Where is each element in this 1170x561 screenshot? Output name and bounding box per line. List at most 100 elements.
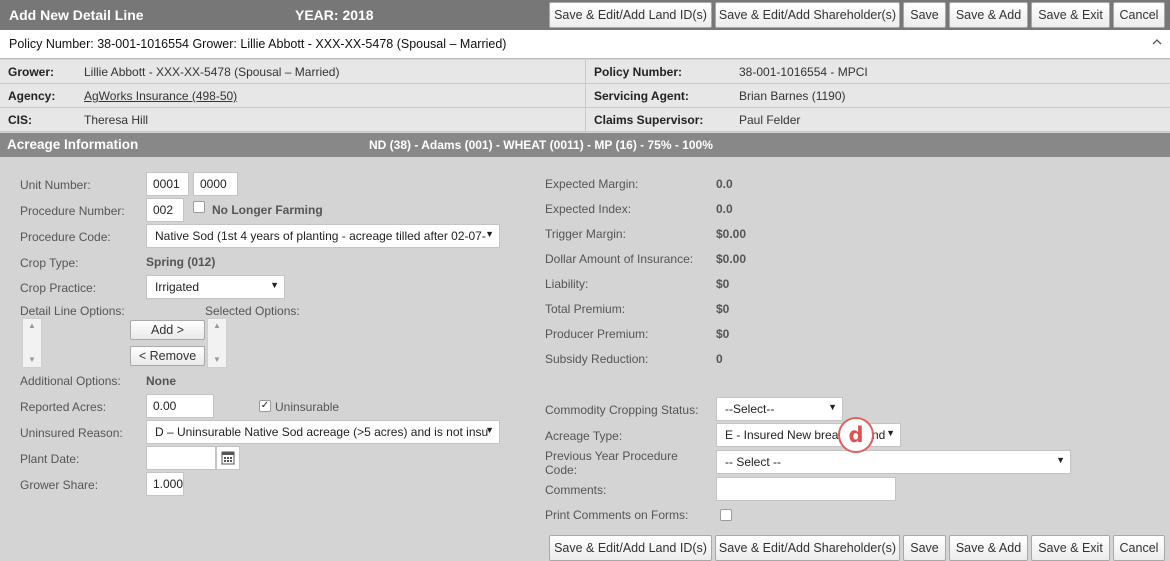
trigger-margin-label: Trigger Margin: xyxy=(545,227,626,241)
save-exit-button[interactable]: Save & Exit xyxy=(1031,2,1110,28)
detail-line-options-list[interactable]: ▲ ▼ xyxy=(22,318,42,368)
uninsurable-checkbox[interactable]: ✓ xyxy=(259,400,271,412)
prev-year-procedure-label-code: Code: xyxy=(545,463,578,477)
dollar-amount-value: $0.00 xyxy=(716,252,747,266)
save-button[interactable]: Save xyxy=(903,2,946,28)
unit-number-label: Unit Number: xyxy=(20,178,91,192)
crop-practice-select[interactable]: Irrigated ▼ xyxy=(146,275,285,299)
policy-header-text: Policy Number: 38-001-1016554 Grower: Li… xyxy=(9,37,507,51)
selected-options-label: Selected Options: xyxy=(205,304,300,318)
info-divider xyxy=(585,60,586,132)
agency-row: Agency: AgWorks Insurance (498-50) xyxy=(0,84,585,108)
total-premium-value: $0 xyxy=(716,302,730,316)
agency-label: Agency: xyxy=(8,89,56,103)
scroll-down-icon[interactable]: ▼ xyxy=(213,355,221,364)
save-add-button[interactable]: Save & Add xyxy=(949,2,1028,28)
selected-options-list[interactable]: ▲ ▼ xyxy=(207,318,227,368)
year-label: YEAR: 2018 xyxy=(295,7,374,23)
trigger-margin-value: $0.00 xyxy=(716,227,747,241)
servicing-agent-row: Servicing Agent: Brian Barnes (1190) xyxy=(586,84,1170,108)
save-edit-land-button[interactable]: Save & Edit/Add Land ID(s) xyxy=(549,2,712,28)
chevron-up-icon[interactable] xyxy=(1152,35,1162,50)
subsidy-reduction-label: Subsidy Reduction: xyxy=(545,352,649,366)
save-edit-land-button-bottom[interactable]: Save & Edit/Add Land ID(s) xyxy=(549,535,712,561)
grower-share-input[interactable]: 1.000 xyxy=(146,472,184,496)
print-comments-label: Print Comments on Forms: xyxy=(545,508,689,522)
dropdown-arrow-icon: ▼ xyxy=(485,425,494,435)
agency-link[interactable]: AgWorks Insurance (498-50) xyxy=(84,89,237,103)
additional-options-label: Additional Options: xyxy=(20,374,121,388)
prev-year-procedure-value: -- Select -- xyxy=(725,455,782,469)
procedure-code-select[interactable]: Native Sod (1st 4 years of planting - ac… xyxy=(146,224,500,248)
cis-label: CIS: xyxy=(8,113,32,127)
add-option-button[interactable]: Add > xyxy=(130,320,205,340)
remove-option-button[interactable]: < Remove xyxy=(130,346,205,366)
servicing-agent-label: Servicing Agent: xyxy=(594,89,689,103)
policy-number-row: Policy Number: 38-001-1016554 - MPCI xyxy=(586,60,1170,84)
prev-year-procedure-select[interactable]: -- Select -- ▼ xyxy=(716,450,1071,474)
policy-number-value: 38-001-1016554 - MPCI xyxy=(739,65,868,79)
plant-date-input[interactable] xyxy=(146,446,216,470)
procedure-code-value: Native Sod (1st 4 years of planting - ac… xyxy=(155,229,486,243)
cancel-button-bottom[interactable]: Cancel xyxy=(1113,535,1165,561)
commodity-status-select[interactable]: --Select-- ▼ xyxy=(716,397,843,421)
scroll-down-icon[interactable]: ▼ xyxy=(28,355,36,364)
unit-number-input[interactable]: 0001 xyxy=(146,172,189,196)
liability-value: $0 xyxy=(716,277,730,291)
dropdown-arrow-icon: ▼ xyxy=(1056,455,1065,465)
title-bar: Add New Detail Line YEAR: 2018 Save & Ed… xyxy=(0,0,1170,30)
additional-options-value: None xyxy=(146,374,176,388)
no-longer-farming-checkbox[interactable] xyxy=(193,201,205,213)
save-button-bottom[interactable]: Save xyxy=(903,535,946,561)
subsidy-reduction-value: 0 xyxy=(716,352,723,366)
acreage-type-value: E - Insured New brea xyxy=(725,428,839,442)
save-exit-button-bottom[interactable]: Save & Exit xyxy=(1031,535,1110,561)
scroll-up-icon[interactable]: ▲ xyxy=(213,321,221,330)
calendar-icon[interactable] xyxy=(216,446,240,470)
crop-type-value: Spring (012) xyxy=(146,255,216,269)
uninsured-reason-label: Uninsured Reason: xyxy=(20,426,123,440)
grower-row: Grower: Lillie Abbott - XXX-XX-5478 (Spo… xyxy=(0,60,585,84)
servicing-agent-value: Brian Barnes (1190) xyxy=(739,89,846,103)
section-summary: ND (38) - Adams (001) - WHEAT (0011) - M… xyxy=(369,138,713,152)
liability-label: Liability: xyxy=(545,277,589,291)
save-edit-shareholder-button[interactable]: Save & Edit/Add Shareholder(s) xyxy=(715,2,900,28)
no-longer-farming-label: No Longer Farming xyxy=(212,203,323,217)
expected-margin-label: Expected Margin: xyxy=(545,177,639,191)
section-title: Acreage Information xyxy=(7,137,139,152)
scroll-up-icon[interactable]: ▲ xyxy=(28,321,36,330)
total-premium-label: Total Premium: xyxy=(545,302,626,316)
acreage-section-header: Acreage Information ND (38) - Adams (001… xyxy=(0,133,1170,157)
crop-practice-label: Crop Practice: xyxy=(20,281,97,295)
plant-date-label: Plant Date: xyxy=(20,452,80,466)
expected-index-value: 0.0 xyxy=(716,202,733,216)
save-add-button-bottom[interactable]: Save & Add xyxy=(949,535,1028,561)
uninsurable-label: Uninsurable xyxy=(275,400,340,414)
save-edit-shareholder-button-bottom[interactable]: Save & Edit/Add Shareholder(s) xyxy=(715,535,900,561)
comments-input[interactable] xyxy=(716,477,896,501)
uninsured-reason-select[interactable]: D – Uninsurable Native Sod acreage (>5 a… xyxy=(146,420,500,444)
claims-supervisor-row: Claims Supervisor: Paul Felder xyxy=(586,108,1170,132)
reported-acres-input[interactable]: 0.00 xyxy=(146,394,214,418)
procedure-number-label: Procedure Number: xyxy=(20,204,125,218)
dropdown-arrow-icon: ▼ xyxy=(886,428,895,438)
reported-acres-label: Reported Acres: xyxy=(20,400,107,414)
policy-header[interactable]: Policy Number: 38-001-1016554 Grower: Li… xyxy=(0,30,1170,59)
page-title: Add New Detail Line xyxy=(9,7,144,23)
policy-number-label: Policy Number: xyxy=(594,65,683,79)
producer-premium-value: $0 xyxy=(716,327,730,341)
dollar-amount-label: Dollar Amount of Insurance: xyxy=(545,252,694,266)
commodity-status-label: Commodity Cropping Status: xyxy=(545,403,699,417)
claims-supervisor-label: Claims Supervisor: xyxy=(594,113,704,127)
cancel-button[interactable]: Cancel xyxy=(1113,2,1165,28)
detail-line-options-label: Detail Line Options: xyxy=(20,304,125,318)
grower-label: Grower: xyxy=(8,65,55,79)
procedure-number-input[interactable]: 002 xyxy=(146,198,184,222)
claims-supervisor-value: Paul Felder xyxy=(739,113,801,127)
dropdown-arrow-icon: ▼ xyxy=(270,280,279,290)
annotation-badge: d xyxy=(838,417,874,453)
print-comments-checkbox[interactable] xyxy=(720,509,732,521)
cis-value: Theresa Hill xyxy=(84,113,149,127)
sub-unit-number-input[interactable]: 0000 xyxy=(193,172,238,196)
expected-index-label: Expected Index: xyxy=(545,202,632,216)
